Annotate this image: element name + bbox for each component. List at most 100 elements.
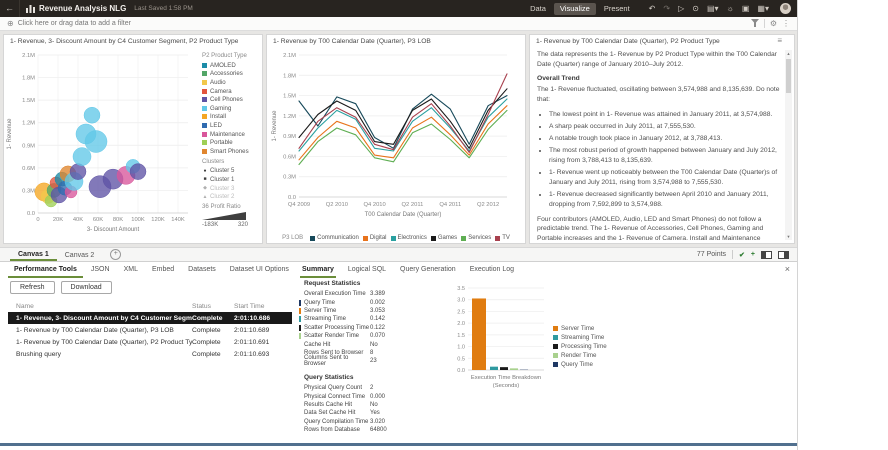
canvas-tab-canvas-1[interactable]: Canvas 1 — [10, 248, 57, 261]
bar-server-time[interactable] — [472, 298, 486, 370]
line-chart-panel[interactable]: 1- Revenue by T00 Calendar Date (Quarter… — [266, 34, 526, 244]
scatter-point[interactable] — [70, 164, 86, 180]
canvas-settings-icon[interactable]: ▤▾ — [707, 4, 719, 13]
line-series-tv[interactable] — [299, 74, 507, 152]
stats-section-title: Query Statistics — [304, 374, 452, 381]
dock-tab-xml[interactable]: XML — [118, 264, 144, 278]
query-table-row[interactable]: 1- Revenue, 3- Discount Amount by C4 Cus… — [8, 312, 292, 324]
legend-item-portable[interactable]: Portable — [202, 138, 260, 147]
detail-tab-execution-log[interactable]: Execution Log — [468, 264, 516, 278]
gear-icon[interactable]: ⚙ — [770, 19, 777, 28]
legend-item-audio[interactable]: Audio — [202, 78, 260, 87]
filter-funnel-icon[interactable] — [751, 19, 759, 29]
download-button[interactable]: Download — [61, 281, 112, 294]
scatter-chart-panel[interactable]: 1- Revenue, 3- Discount Amount by C4 Cus… — [3, 34, 263, 244]
legend-item-electronics[interactable]: Electronics — [391, 235, 427, 241]
status-ok-icon[interactable]: ✔ — [739, 251, 745, 259]
nav-visualize[interactable]: Visualize — [554, 3, 596, 15]
column-header-start-time[interactable]: Start Time — [234, 303, 286, 310]
scroll-down-icon[interactable]: ▼ — [785, 233, 792, 240]
legend-item-amoled[interactable]: AMOLED — [202, 61, 260, 70]
divider — [764, 19, 765, 28]
x-axis-label: 3- Discount Amount — [87, 227, 140, 233]
undo-icon[interactable]: ↶ — [649, 4, 656, 13]
filter-bar[interactable]: ⊕ Click here or drag data to add a filte… — [0, 17, 797, 31]
canvas-tab-canvas-2[interactable]: Canvas 2 — [57, 248, 103, 261]
user-avatar[interactable] — [780, 3, 791, 14]
dock-tab-json[interactable]: JSON — [85, 264, 116, 278]
narrative-panel[interactable]: 1- Revenue by T00 Calendar Date (Quarter… — [529, 34, 795, 244]
legend-item-install[interactable]: Install — [202, 113, 260, 122]
stat-row: Scatter Render Time0.070 — [304, 332, 452, 340]
stat-value: 64800 — [370, 427, 387, 433]
legend-item-services[interactable]: Services — [461, 235, 491, 241]
narrative-scrollbar[interactable]: ▲ ▼ — [785, 50, 792, 240]
query-table-row[interactable]: 1- Revenue by T00 Calendar Date (Quarter… — [8, 336, 292, 348]
cluster-item-cluster-1[interactable]: ■Cluster 1 — [202, 175, 260, 184]
add-canvas-button[interactable]: + — [110, 249, 121, 260]
legend-item-smart-phones[interactable]: Smart Phones — [202, 147, 260, 156]
close-dock-icon[interactable]: × — [785, 264, 790, 274]
bar-streaming-time[interactable] — [490, 367, 498, 370]
detail-tab-logical-sql[interactable]: Logical SQL — [346, 264, 388, 278]
cluster-item-cluster-2[interactable]: ▲Cluster 2 — [202, 192, 260, 201]
kebab-menu-icon[interactable]: ⋮ — [782, 19, 790, 28]
query-table-row[interactable]: 1- Revenue by T00 Calendar Date (Quarter… — [8, 324, 292, 336]
detail-tab-query-generation[interactable]: Query Generation — [398, 264, 458, 278]
column-header-status[interactable]: Status — [192, 303, 234, 310]
scrollbar-thumb[interactable] — [786, 59, 791, 93]
legend-item-digital[interactable]: Digital — [363, 235, 387, 241]
legend-label: Electronics — [398, 235, 427, 241]
legend-item-led[interactable]: LED — [202, 121, 260, 130]
dock-tab-datasets[interactable]: Datasets — [182, 264, 222, 278]
legend-item-cell-phones[interactable]: Cell Phones — [202, 95, 260, 104]
bar-processing-time[interactable] — [500, 367, 508, 370]
narrative-bullet: 1- Revenue decreased significantly betwe… — [549, 190, 781, 209]
dock-resize-handle[interactable] — [0, 443, 797, 446]
cluster-item-cluster-5[interactable]: ●Cluster 5 — [202, 167, 260, 176]
exec-legend-item-render-time: Render Time — [553, 351, 607, 360]
scroll-up-icon[interactable]: ▲ — [785, 50, 792, 57]
legend-swatch — [553, 326, 558, 331]
insights-icon[interactable]: ☼ — [727, 4, 734, 13]
legend-item-accessories[interactable]: Accessories — [202, 70, 260, 79]
legend-item-gaming[interactable]: Gaming — [202, 104, 260, 113]
present-frame-icon[interactable]: ▣ — [742, 4, 750, 13]
application-window: ← Revenue Analysis NLG Last Saved 1:58 P… — [0, 0, 888, 450]
detail-tab-summary[interactable]: Summary — [300, 264, 336, 278]
dock-tab-performance-tools[interactable]: Performance Tools — [8, 264, 83, 278]
legend-item-communication[interactable]: Communication — [310, 235, 359, 241]
back-button[interactable]: ← — [0, 0, 20, 17]
legend-item-camera[interactable]: Camera — [202, 87, 260, 96]
preview-icon[interactable]: ▷ — [678, 4, 684, 13]
toolbar-icons: ↶ ↷ ▷ ⊙ ▤▾ ☼ ▣ ▦▾ — [645, 4, 773, 13]
add-filter-icon[interactable]: ⊕ — [7, 19, 14, 28]
status-bar: Canvas 1Canvas 2 + 77 Points ✔ + — [0, 247, 797, 262]
grid-menu-icon[interactable]: ▦▾ — [757, 4, 769, 13]
column-header-name[interactable]: Name — [8, 303, 192, 310]
query-table-row[interactable]: Brushing queryComplete2:01:10.693 — [8, 348, 292, 360]
dock-tab-dataset-ui-options[interactable]: Dataset UI Options — [224, 264, 295, 278]
history-icon[interactable]: ⊙ — [692, 4, 699, 13]
scatter-point[interactable] — [85, 131, 107, 153]
layout-split-icon[interactable] — [778, 251, 789, 259]
legend-item-games[interactable]: Games — [431, 235, 457, 241]
stat-label: Results Cache Hit — [304, 402, 370, 408]
bar-render-time[interactable] — [510, 368, 518, 370]
scatter-chart: 0.00.3M0.6M0.9M1.2M1.5M1.8M2.1M020K40K60… — [4, 47, 200, 243]
legend-item-tv[interactable]: TV — [495, 235, 510, 241]
nav-data[interactable]: Data — [524, 3, 552, 15]
dock-tab-embed[interactable]: Embed — [146, 264, 180, 278]
cluster-label: Cluster 3 — [210, 185, 234, 192]
refresh-button[interactable]: Refresh — [10, 281, 55, 294]
redo-icon[interactable]: ↷ — [663, 4, 670, 13]
scatter-point[interactable] — [130, 164, 146, 180]
legend-item-maintenance[interactable]: Maintenance — [202, 130, 260, 139]
nav-present[interactable]: Present — [598, 3, 636, 15]
scatter-point[interactable] — [73, 148, 91, 166]
panel-menu-icon[interactable]: ≡ — [777, 36, 782, 45]
layout-single-icon[interactable] — [761, 251, 772, 259]
status-add-icon[interactable]: + — [751, 251, 755, 258]
cluster-item-cluster-3[interactable]: ◆Cluster 3 — [202, 184, 260, 193]
scatter-point[interactable] — [84, 107, 100, 123]
